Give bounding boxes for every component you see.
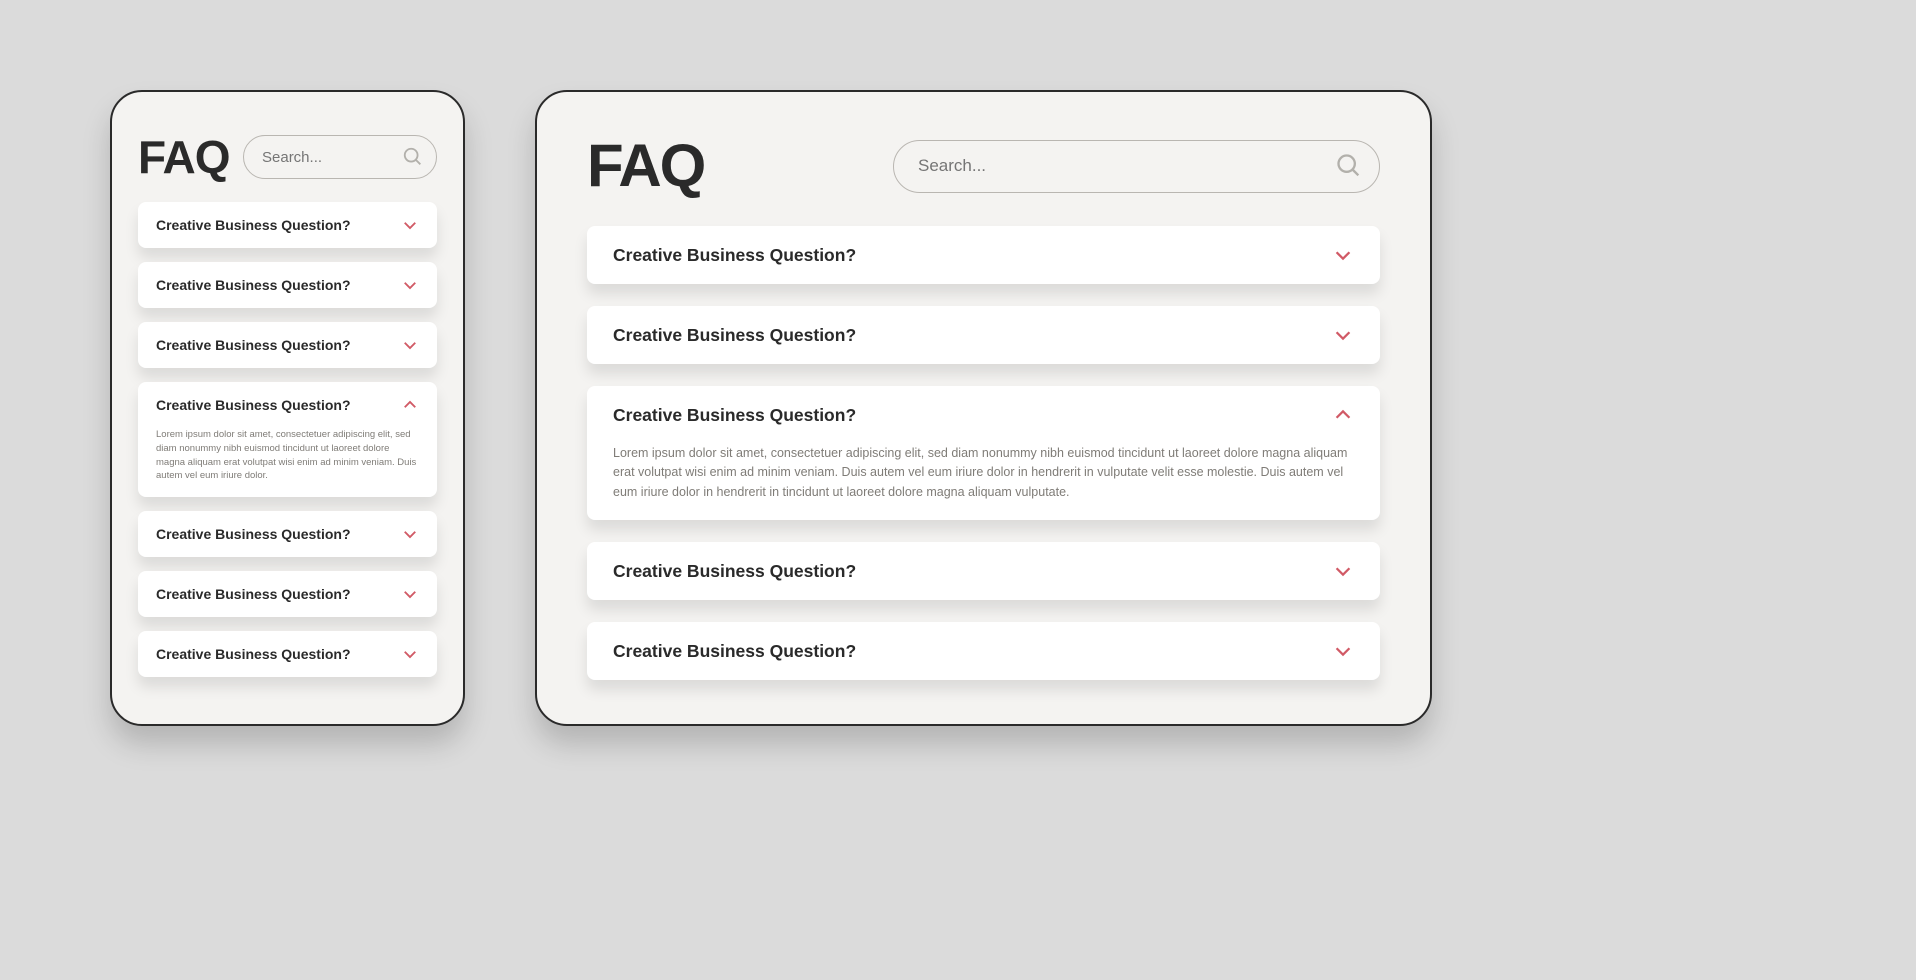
- question-text: Creative Business Question?: [613, 405, 856, 426]
- question-text: Creative Business Question?: [156, 646, 351, 662]
- chevron-down-icon: [1332, 244, 1354, 266]
- accordion-header[interactable]: Creative Business Question?: [138, 202, 437, 248]
- accordion-header[interactable]: Creative Business Question?: [138, 631, 437, 677]
- accordion-header[interactable]: Creative Business Question?: [138, 382, 437, 428]
- question-text: Creative Business Question?: [613, 641, 856, 662]
- accordion-item[interactable]: Creative Business Question?: [138, 202, 437, 248]
- chevron-down-icon: [1332, 560, 1354, 582]
- accordion-item[interactable]: Creative Business Question?: [587, 306, 1380, 364]
- question-text: Creative Business Question?: [156, 526, 351, 542]
- chevron-up-icon: [1332, 404, 1354, 426]
- answer-text: Lorem ipsum dolor sit amet, consectetuer…: [587, 444, 1380, 520]
- answer-text: Lorem ipsum dolor sit amet, consectetuer…: [138, 428, 437, 497]
- faq-title: FAQ: [587, 136, 704, 196]
- chevron-down-icon: [401, 216, 419, 234]
- search-field[interactable]: [243, 135, 437, 179]
- chevron-up-icon: [401, 396, 419, 414]
- search-icon: [1335, 152, 1363, 180]
- faq-card-desktop: FAQ Creative Business Question? Creative…: [535, 90, 1432, 726]
- accordion-list: Creative Business Question? Creative Bus…: [587, 226, 1380, 680]
- faq-header: FAQ: [138, 134, 437, 180]
- accordion-header[interactable]: Creative Business Question?: [587, 386, 1380, 444]
- accordion-header[interactable]: Creative Business Question?: [138, 571, 437, 617]
- accordion-header[interactable]: Creative Business Question?: [587, 622, 1380, 680]
- question-text: Creative Business Question?: [156, 337, 351, 353]
- chevron-down-icon: [401, 336, 419, 354]
- chevron-down-icon: [401, 525, 419, 543]
- chevron-down-icon: [401, 585, 419, 603]
- accordion-item[interactable]: Creative Business Question?: [587, 226, 1380, 284]
- question-text: Creative Business Question?: [156, 277, 351, 293]
- faq-title: FAQ: [138, 134, 230, 180]
- accordion-item-expanded[interactable]: Creative Business Question? Lorem ipsum …: [587, 386, 1380, 520]
- accordion-item[interactable]: Creative Business Question?: [138, 631, 437, 677]
- search-icon: [402, 146, 424, 168]
- question-text: Creative Business Question?: [613, 561, 856, 582]
- accordion-item[interactable]: Creative Business Question?: [587, 622, 1380, 680]
- accordion-header[interactable]: Creative Business Question?: [587, 306, 1380, 364]
- search-input[interactable]: [262, 149, 402, 166]
- accordion-item[interactable]: Creative Business Question?: [138, 262, 437, 308]
- chevron-down-icon: [401, 276, 419, 294]
- question-text: Creative Business Question?: [156, 217, 351, 233]
- question-text: Creative Business Question?: [613, 325, 856, 346]
- question-text: Creative Business Question?: [156, 397, 351, 413]
- accordion-list: Creative Business Question? Creative Bus…: [138, 202, 437, 677]
- accordion-item[interactable]: Creative Business Question?: [138, 322, 437, 368]
- chevron-down-icon: [1332, 640, 1354, 662]
- accordion-header[interactable]: Creative Business Question?: [138, 511, 437, 557]
- faq-header: FAQ: [587, 136, 1380, 196]
- accordion-header[interactable]: Creative Business Question?: [587, 542, 1380, 600]
- accordion-header[interactable]: Creative Business Question?: [138, 322, 437, 368]
- accordion-item[interactable]: Creative Business Question?: [138, 571, 437, 617]
- chevron-down-icon: [401, 645, 419, 663]
- search-field[interactable]: [893, 140, 1380, 193]
- accordion-item[interactable]: Creative Business Question?: [587, 542, 1380, 600]
- search-input[interactable]: [918, 156, 1335, 176]
- question-text: Creative Business Question?: [613, 245, 856, 266]
- chevron-down-icon: [1332, 324, 1354, 346]
- question-text: Creative Business Question?: [156, 586, 351, 602]
- accordion-item[interactable]: Creative Business Question?: [138, 511, 437, 557]
- accordion-header[interactable]: Creative Business Question?: [138, 262, 437, 308]
- faq-card-mobile: FAQ Creative Business Question? Creative…: [110, 90, 465, 726]
- accordion-item-expanded[interactable]: Creative Business Question? Lorem ipsum …: [138, 382, 437, 497]
- accordion-header[interactable]: Creative Business Question?: [587, 226, 1380, 284]
